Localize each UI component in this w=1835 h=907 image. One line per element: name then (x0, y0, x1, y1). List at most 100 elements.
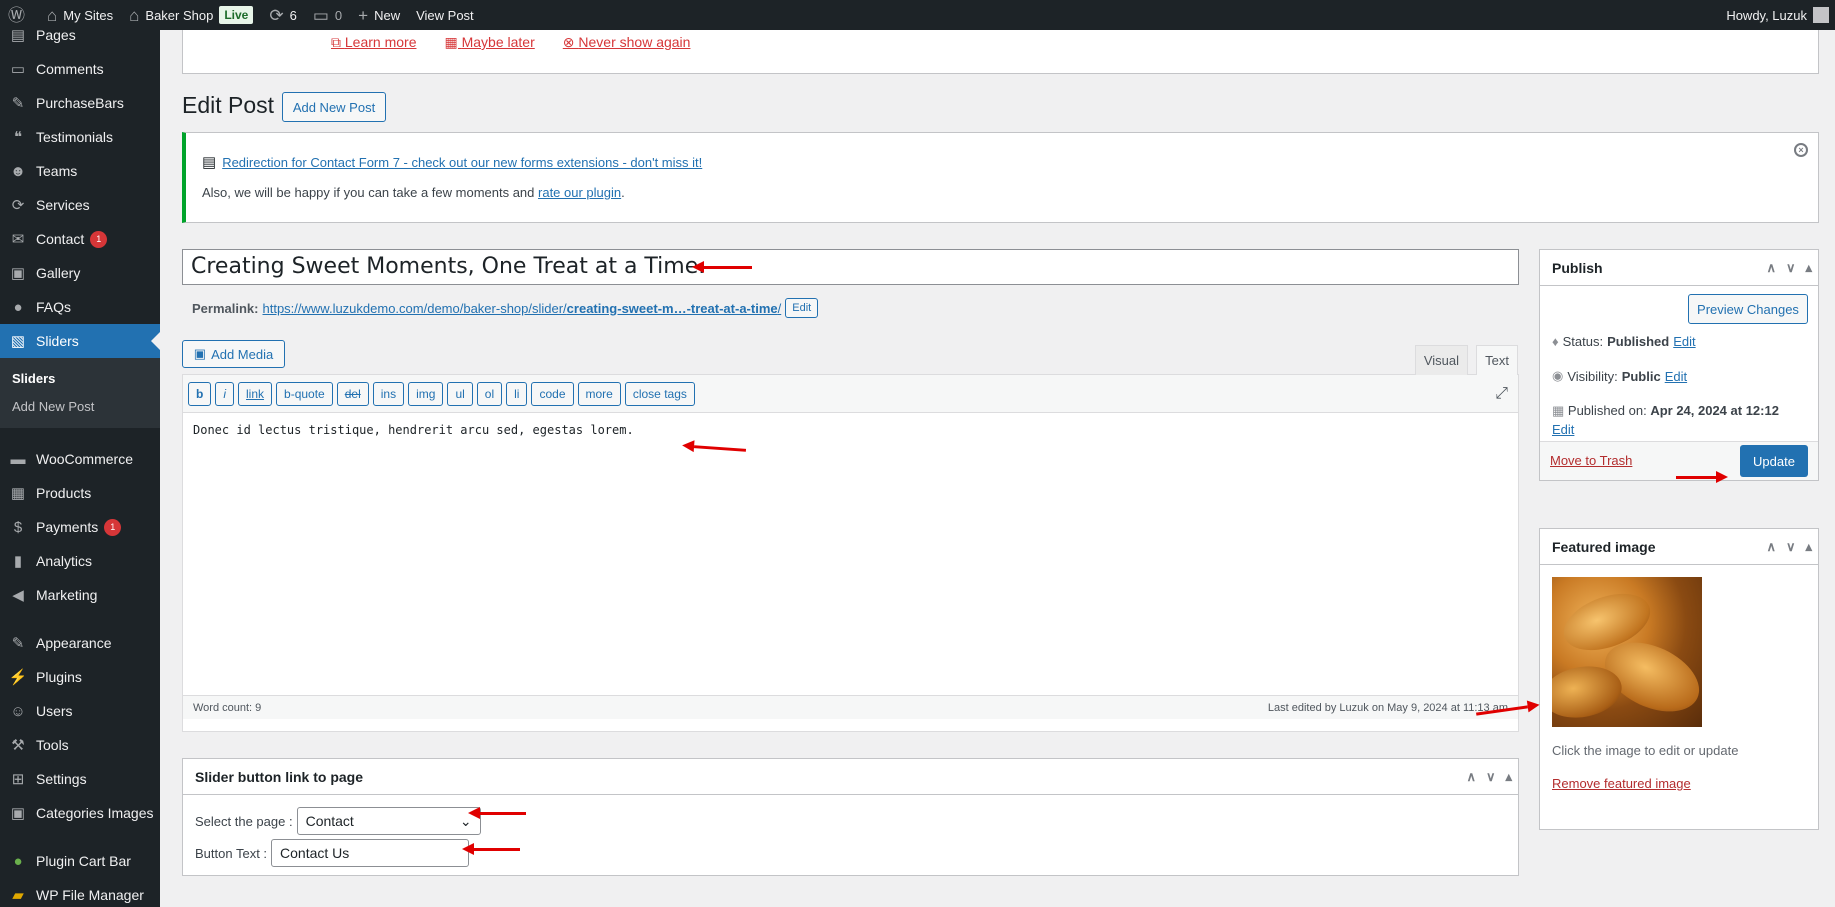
close-circle-icon: ⊗ (562, 34, 579, 50)
sidebar-item-categories-images[interactable]: ▣ Categories Images (0, 796, 160, 830)
move-up-icon[interactable]: ∧ (1766, 539, 1776, 555)
qt-ul-button[interactable]: ul (447, 381, 473, 406)
calendar-icon: ▦ (444, 34, 462, 50)
sidebar-item-appearance[interactable]: ✎ Appearance (0, 626, 160, 660)
preview-changes-button[interactable]: Preview Changes (1688, 294, 1808, 324)
sidebar-item-pages[interactable]: ▤ Pages (0, 30, 160, 52)
sidebar-item-payments[interactable]: $ Payments 1 (0, 510, 160, 544)
sidebar-item-users[interactable]: ☺ Users (0, 694, 160, 728)
sidebar-item-plugins[interactable]: ⚡ Plugins (0, 660, 160, 694)
move-down-icon[interactable]: ∨ (1786, 539, 1796, 555)
toggle-panel-icon[interactable]: ▴ (1805, 539, 1812, 555)
edit-date-link[interactable]: Edit (1552, 422, 1574, 437)
sidebar-item-tools[interactable]: ⚒ Tools (0, 728, 160, 762)
last-edited: Last edited by Luzuk on May 9, 2024 at 1… (1267, 701, 1508, 714)
dismiss-notice-icon[interactable]: × (1794, 143, 1808, 157)
submenu-item-sliders[interactable]: Sliders (0, 365, 160, 393)
move-up-icon[interactable]: ∧ (1466, 769, 1476, 785)
editor-textarea[interactable]: Donec id lectus tristique, hendrerit arc… (183, 413, 1518, 695)
post-title-input[interactable]: Creating Sweet Moments, One Treat at a T… (182, 249, 1519, 285)
sidebar-item-products[interactable]: ▦ Products (0, 476, 160, 510)
analytics-icon: ▮ (13, 553, 23, 570)
view-post-link[interactable]: View Post (408, 0, 482, 30)
avatar (1813, 7, 1829, 23)
sidebar-item-services[interactable]: ⟳ Services (0, 188, 160, 222)
marketing-icon: ◀ (12, 587, 24, 604)
sidebar-item-marketing[interactable]: ◀ Marketing (0, 578, 160, 612)
update-button[interactable]: Update (1740, 445, 1808, 477)
qt-ins-button[interactable]: ins (372, 381, 405, 406)
permalink-edit-button[interactable]: Edit (785, 298, 819, 318)
comments-link[interactable]: ▭ 0 (305, 0, 350, 30)
updates-link[interactable]: ⟳ 6 (261, 0, 304, 30)
pin-icon: ♦ (1552, 334, 1559, 349)
sidebar-item-woocommerce[interactable]: ▬ WooCommerce (0, 442, 160, 476)
qt-italic-button[interactable]: i (215, 381, 235, 406)
editor-status-bar: Word count: 9 Last edited by Luzuk on Ma… (183, 695, 1518, 719)
sidebar-item-gallery[interactable]: ▣ Gallery (0, 256, 160, 290)
sidebar-item-plugin-cart-bar[interactable]: ● Plugin Cart Bar (0, 844, 160, 878)
sidebar-item-testimonials[interactable]: ❝ Testimonials (0, 120, 160, 154)
sidebar-item-comments[interactable]: ▭ Comments (0, 52, 160, 86)
qt-ol-button[interactable]: ol (476, 381, 503, 406)
site-name-link[interactable]: ⌂ Baker Shop Live (121, 0, 261, 30)
qt-link-button[interactable]: link (238, 381, 273, 406)
edit-visibility-link[interactable]: Edit (1665, 369, 1687, 384)
wordpress-logo-button[interactable]: Ⓦ (0, 0, 39, 30)
add-media-button[interactable]: ▣ Add Media (182, 340, 285, 368)
sidebar-item-sliders[interactable]: ▧ Sliders (0, 324, 160, 358)
sidebar-item-contact[interactable]: ✉ Contact 1 (0, 222, 160, 256)
page-select[interactable]: Contact ⌄ (296, 807, 481, 835)
sidebar-item-faqs[interactable]: ● FAQs (0, 290, 160, 324)
move-up-icon[interactable]: ∧ (1766, 260, 1776, 276)
featured-image-thumbnail[interactable] (1552, 577, 1702, 727)
new-content-link[interactable]: + New (350, 0, 408, 30)
edit-status-link[interactable]: Edit (1673, 334, 1695, 349)
button-text-input[interactable]: Contact Us (271, 839, 470, 867)
sidebar-item-wp-file-manager[interactable]: ▰ WP File Manager (0, 878, 160, 907)
redirection-link[interactable]: Redirection for Contact Form 7 - check o… (222, 155, 702, 170)
account-menu[interactable]: Howdy, Luzuk (1718, 0, 1835, 30)
sidebar-item-analytics[interactable]: ▮ Analytics (0, 544, 160, 578)
sidebar-item-purchasebars[interactable]: ✎ PurchaseBars (0, 86, 160, 120)
sliders-icon: ▧ (10, 333, 26, 350)
qt-more-button[interactable]: more (577, 381, 621, 406)
admin-sidebar: ▤ Pages ▭ Comments ✎ PurchaseBars ❝ Testimon… (0, 30, 160, 907)
qt-bquote-button[interactable]: b-quote (276, 381, 333, 406)
toggle-panel-icon[interactable]: ▴ (1805, 260, 1812, 276)
permalink-url[interactable]: https://www.luzukdemo.com/demo/baker-sho… (262, 301, 781, 316)
toggle-panel-icon[interactable]: ▴ (1505, 769, 1512, 785)
media-icon: ▣ (193, 346, 207, 361)
post-editor: Visual Text b i link b-quote del ins img… (182, 345, 1519, 732)
tab-visual[interactable]: Visual (1414, 345, 1468, 375)
select-page-label: Select the page : (195, 813, 293, 829)
comment-icon: ▭ (312, 5, 329, 25)
promo-notice: ⧉ Learn more ▦ Maybe later ⊗ Never show … (182, 30, 1819, 74)
qt-img-button[interactable]: img (408, 381, 444, 406)
learn-more-link[interactable]: ⧉ Learn more (331, 34, 416, 51)
tab-text[interactable]: Text (1476, 345, 1518, 375)
never-show-link[interactable]: ⊗ Never show again (563, 34, 691, 51)
move-down-icon[interactable]: ∨ (1486, 769, 1496, 785)
rate-plugin-link[interactable]: rate our plugin (538, 185, 621, 200)
products-icon: ▦ (10, 485, 26, 502)
home-icon: ⌂ (129, 5, 140, 25)
submenu-item-add-new-post[interactable]: Add New Post (0, 393, 160, 421)
sidebar-item-settings[interactable]: ⊞ Settings (0, 762, 160, 796)
maybe-later-link[interactable]: ▦ Maybe later (444, 34, 534, 51)
qt-li-button[interactable]: li (506, 381, 528, 406)
fullscreen-icon[interactable]: ⤢ (1495, 385, 1508, 403)
qt-del-button[interactable]: del (336, 381, 369, 406)
payments-icon: $ (13, 518, 23, 536)
qt-bold-button[interactable]: b (188, 381, 212, 406)
my-sites-link[interactable]: ⌂ My Sites (39, 0, 121, 30)
sidebar-item-teams[interactable]: ☻ Teams (0, 154, 160, 188)
qt-close-tags-button[interactable]: close tags (624, 381, 695, 406)
teams-icon: ☻ (10, 162, 26, 180)
updates-icon: ⟳ (269, 5, 284, 25)
move-to-trash-link[interactable]: Move to Trash (1550, 453, 1632, 468)
move-down-icon[interactable]: ∨ (1786, 260, 1796, 276)
qt-code-button[interactable]: code (531, 381, 574, 406)
remove-featured-image-link[interactable]: Remove featured image (1552, 776, 1691, 791)
add-new-post-button[interactable]: Add New Post (282, 92, 386, 122)
